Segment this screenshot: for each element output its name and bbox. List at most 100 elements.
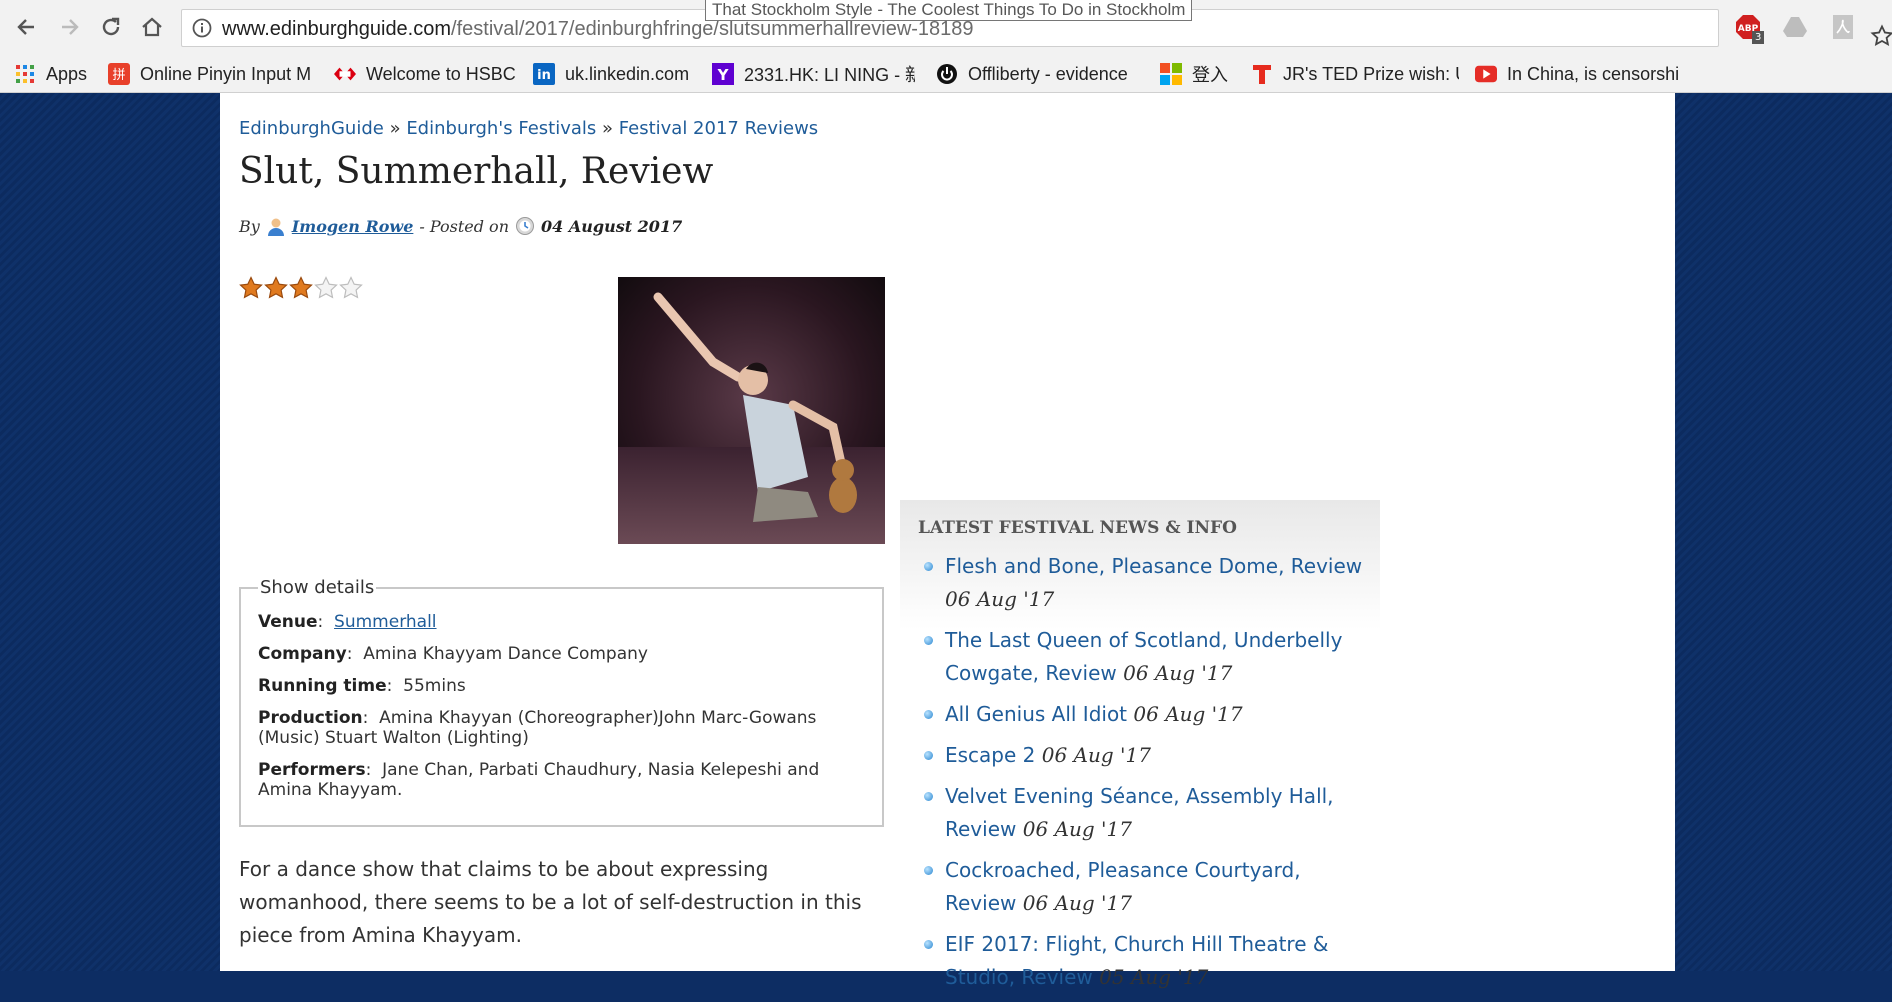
breadcrumb: EdinburghGuide » Edinburgh's Festivals »… — [239, 118, 818, 139]
home-button[interactable] — [136, 11, 168, 43]
linkedin-icon: in — [533, 63, 555, 85]
detail-production: Production: Amina Khayyan (Choreographer… — [258, 708, 817, 748]
detail-label: Venue — [258, 612, 318, 632]
home-icon — [142, 17, 162, 37]
bookmark-apps[interactable]: Apps — [14, 60, 98, 88]
hsbc-icon — [334, 63, 356, 85]
drive-extension[interactable] — [1782, 14, 1810, 42]
bullet-icon — [924, 562, 933, 571]
back-arrow-icon — [17, 19, 34, 35]
link-tooltip: That Stockholm Style - The Coolest Thing… — [705, 0, 1193, 21]
bookmark-star-icon[interactable] — [1870, 24, 1892, 48]
svg-text:in: in — [537, 68, 551, 83]
bullet-icon — [924, 636, 933, 645]
detail-label: Performers — [258, 760, 366, 780]
byline-posted-on: - Posted on — [419, 216, 509, 236]
bookmark-offliberty[interactable]: Offliberty - evidence — [936, 60, 1136, 88]
detail-venue: Venue: Summerhall — [258, 612, 437, 632]
star-filled-icon — [264, 276, 288, 299]
post-date: 04 August 2017 — [541, 216, 683, 236]
bullet-icon — [924, 710, 933, 719]
bookmark-label: 2331.HK: LI NING - 新 — [744, 65, 915, 85]
breadcrumb-separator: » — [389, 118, 401, 139]
star-filled-icon — [239, 276, 263, 299]
news-item: Escape 2 06 Aug '17 — [918, 739, 1368, 772]
bookmark-login[interactable]: 登入 — [1160, 60, 1240, 88]
news-item: Cockroached, Pleasance Courtyard, Review… — [918, 854, 1368, 920]
pinyin-icon: 拼 — [108, 63, 130, 85]
bullet-icon — [924, 940, 933, 949]
adblock-badge: 3 — [1752, 31, 1765, 44]
news-link[interactable]: Escape 2 — [945, 743, 1035, 767]
pdf-extension[interactable] — [1831, 14, 1859, 42]
user-icon — [267, 218, 284, 236]
bookmark-hsbc[interactable]: Welcome to HSBC — [334, 60, 520, 88]
breadcrumb-separator: » — [602, 118, 614, 139]
news-item: Flesh and Bone, Pleasance Dome, Review 0… — [918, 550, 1368, 616]
detail-label: Running time — [258, 676, 387, 696]
detail-performers: Performers: Jane Chan, Parbati Chaudhury… — [258, 760, 820, 800]
forward-arrow-icon — [62, 19, 79, 35]
news-date: 06 Aug '17 — [1133, 702, 1243, 726]
bookmark-lining[interactable]: Y 2331.HK: LI NING - 新 — [712, 60, 915, 88]
news-item: All Genius All Idiot 06 Aug '17 — [918, 698, 1368, 731]
news-date: 06 Aug '17 — [1022, 817, 1132, 841]
bookmark-linkedin[interactable]: in uk.linkedin.com — [533, 60, 701, 88]
news-list: Flesh and Bone, Pleasance Dome, Review 0… — [918, 550, 1368, 1002]
detail-label: Production — [258, 708, 363, 728]
author-link[interactable]: Imogen Rowe — [292, 217, 414, 236]
info-icon — [192, 18, 212, 38]
reload-button[interactable] — [95, 11, 127, 43]
bookmark-label: Welcome to HSBC — [366, 63, 516, 84]
star-filled-icon — [289, 276, 313, 299]
star-empty-icon — [339, 276, 363, 299]
drive-icon — [1783, 17, 1807, 37]
reload-icon — [102, 17, 120, 36]
back-button[interactable] — [10, 11, 42, 43]
page-title: Slut, Summerhall, Review — [239, 151, 714, 192]
breadcrumb-festivals-link[interactable]: Edinburgh's Festivals — [406, 118, 596, 139]
byline: By Imogen Rowe - Posted on 04 August 201… — [239, 216, 682, 236]
news-link[interactable]: All Genius All Idiot — [945, 702, 1127, 726]
main-content: EdinburghGuide » Edinburgh's Festivals »… — [220, 93, 1675, 989]
svg-text:拼: 拼 — [112, 68, 125, 83]
news-item: EIF 2017: Flight, Church Hill Theatre & … — [918, 928, 1368, 994]
url-host: www.edinburghguide.com — [222, 18, 452, 40]
breadcrumb-home-link[interactable]: EdinburghGuide — [239, 118, 384, 139]
page-background: EdinburghGuide » Edinburgh's Festivals »… — [0, 93, 1892, 989]
latest-news-sidebar: LATEST FESTIVAL NEWS & INFO Flesh and Bo… — [900, 500, 1380, 989]
article-body: For a dance show that claims to be about… — [239, 857, 862, 947]
yahoo-icon: Y — [712, 63, 734, 85]
browser-toolbar: www.edinburghguide.com/festival/2017/edi… — [0, 0, 1892, 57]
sidebar-heading: LATEST FESTIVAL NEWS & INFO — [918, 518, 1237, 538]
news-date: 06 Aug '17 — [1041, 743, 1151, 767]
adblock-extension[interactable]: ABP 3 — [1734, 14, 1765, 44]
bookmark-label: uk.linkedin.com — [565, 63, 690, 84]
news-date: 06 Aug '17 — [945, 587, 1055, 611]
news-link[interactable]: Flesh and Bone, Pleasance Dome, Review — [945, 554, 1362, 578]
star-empty-icon — [314, 276, 338, 299]
bookmark-label: In China, is censorshi — [1507, 63, 1680, 84]
news-date: 06 Aug '17 — [1123, 661, 1233, 685]
url-path: /festival/2017/edinburghfringe/slutsumme… — [451, 18, 974, 40]
detail-running-time: Running time: 55mins — [258, 676, 466, 696]
news-date: 05 Aug '17 — [1099, 965, 1209, 989]
star-rating — [239, 276, 363, 300]
bookmark-label: 登入 — [1192, 65, 1228, 85]
venue-link[interactable]: Summerhall — [334, 612, 436, 632]
news-link[interactable]: Velvet Evening Séance, Assembly Hall, Re… — [945, 784, 1334, 841]
url-text: www.edinburghguide.com/festival/2017/edi… — [222, 18, 974, 41]
svg-text:Y: Y — [717, 66, 730, 84]
youtube-icon — [1475, 63, 1497, 85]
forward-button[interactable] — [54, 11, 86, 43]
bookmark-youtube[interactable]: In China, is censorshi — [1475, 60, 1683, 88]
news-item: Velvet Evening Séance, Assembly Hall, Re… — [918, 780, 1368, 846]
bullet-icon — [924, 751, 933, 760]
byline-by: By — [239, 216, 260, 236]
detail-company: Company: Amina Khayyam Dance Company — [258, 644, 648, 664]
detail-label: Company — [258, 644, 347, 664]
bookmark-ted[interactable]: JR's TED Prize wish: U — [1251, 60, 1459, 88]
bookmark-pinyin[interactable]: 拼 Online Pinyin Input M — [108, 60, 318, 88]
breadcrumb-reviews-link[interactable]: Festival 2017 Reviews — [619, 118, 818, 139]
show-photo — [618, 277, 885, 544]
